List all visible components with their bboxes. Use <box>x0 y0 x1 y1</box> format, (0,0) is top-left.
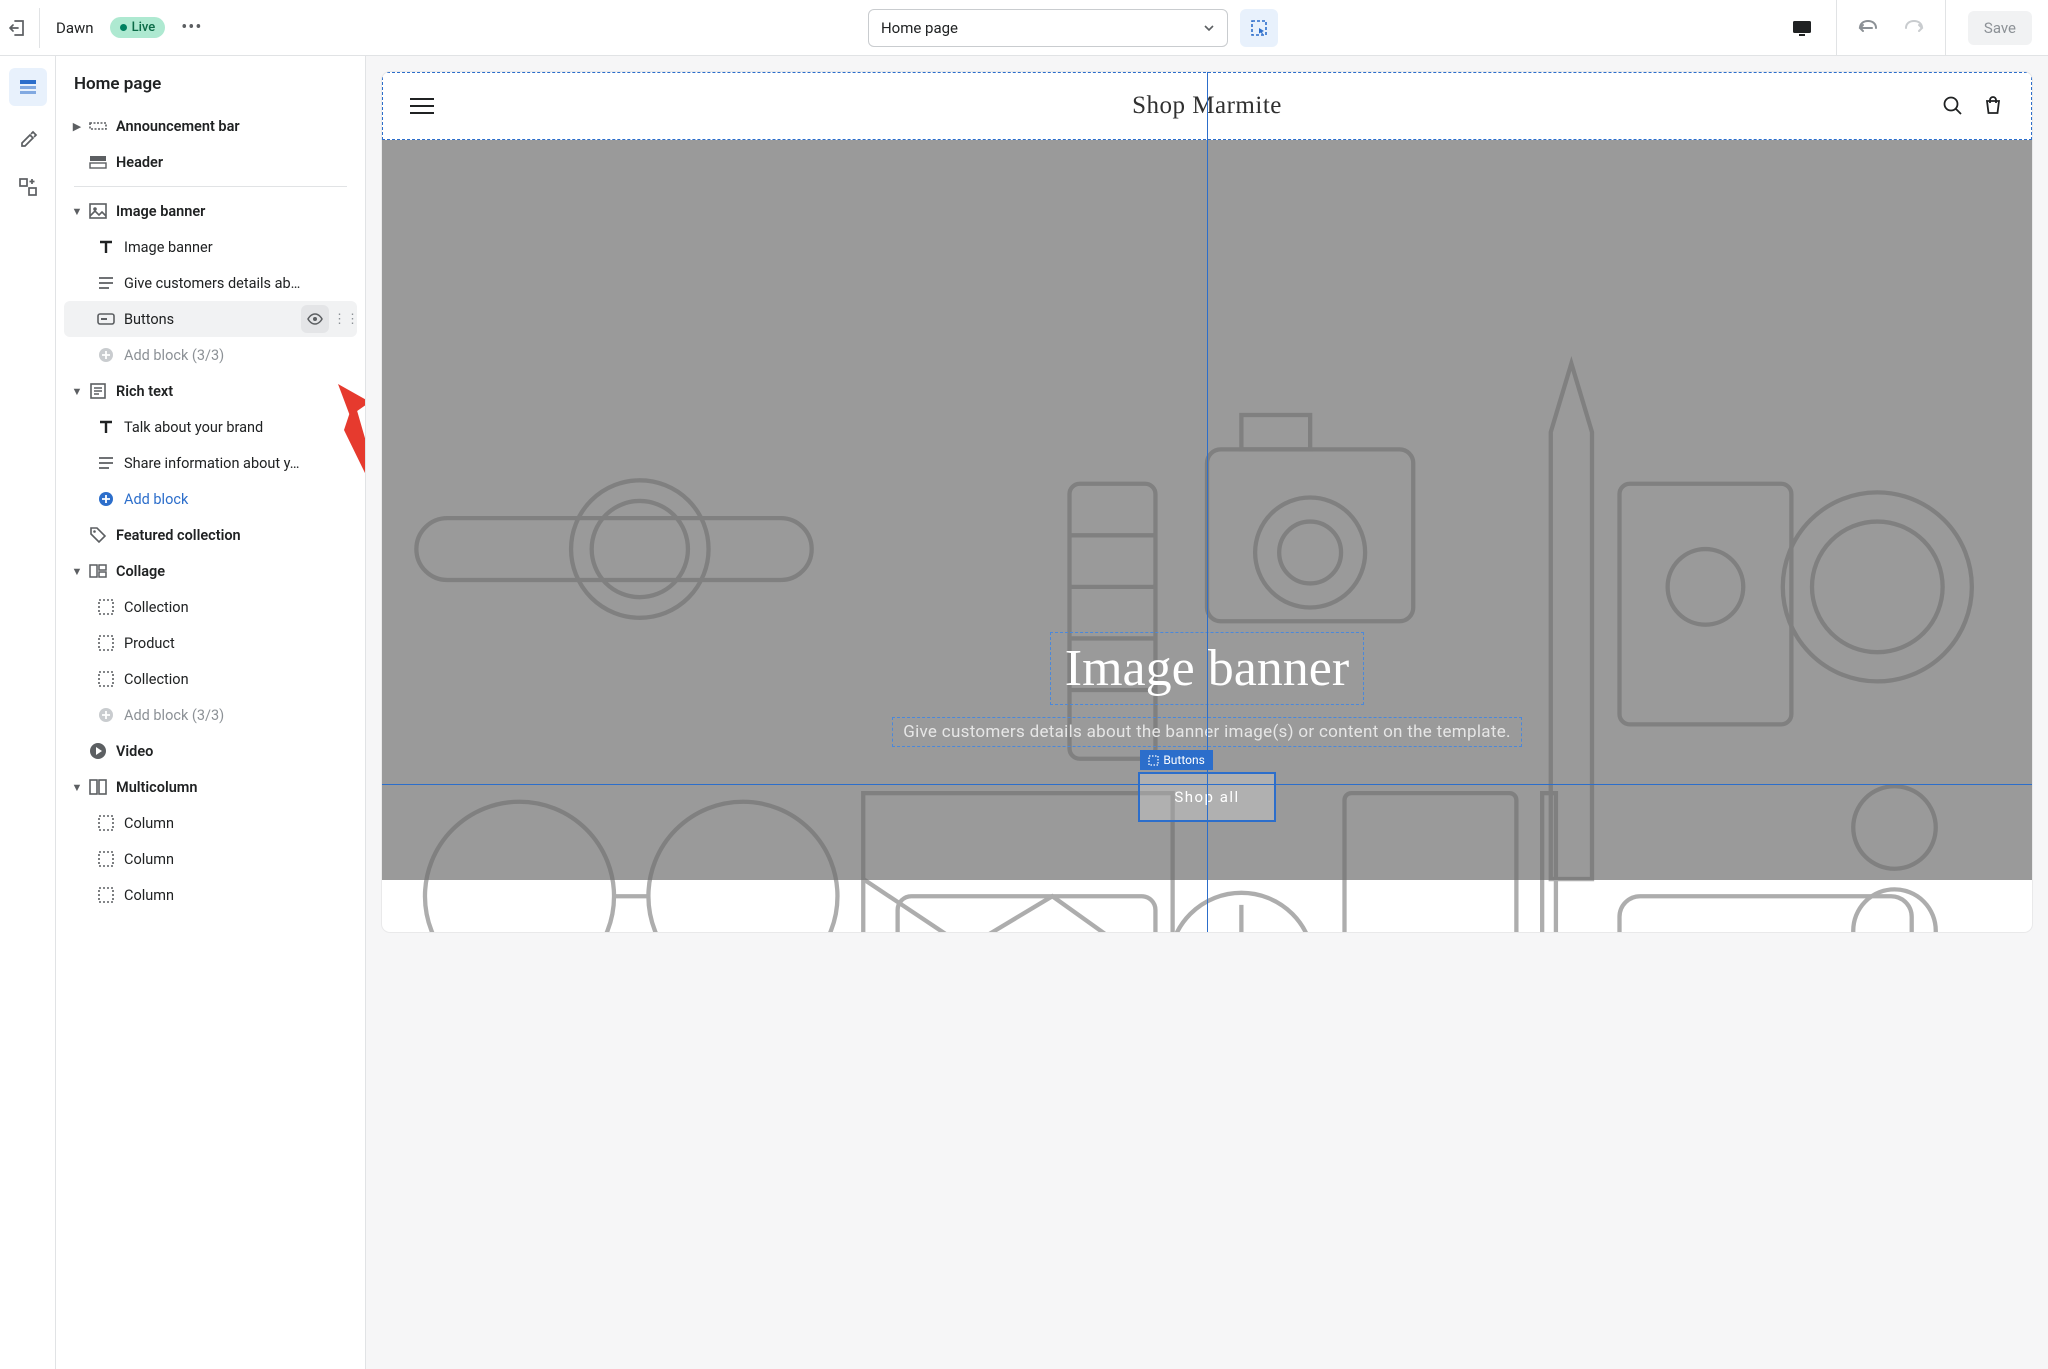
block-rich-text-heading[interactable]: Talk about your brand <box>64 409 357 445</box>
placeholder-icon <box>94 635 118 651</box>
richtext-icon <box>86 383 110 399</box>
placeholder-icon <box>94 851 118 867</box>
divider <box>74 186 347 187</box>
block-rich-text-text[interactable]: Share information about y… <box>64 445 357 481</box>
more-menu-button[interactable]: ••• <box>181 17 202 38</box>
live-badge: Live <box>110 17 166 38</box>
divider <box>1836 0 1837 56</box>
theme-settings-button[interactable] <box>9 118 47 156</box>
caret-down-icon: ▼ <box>68 385 86 398</box>
collage-icon <box>86 564 110 578</box>
block-collage-collection-1[interactable]: Collection <box>64 589 357 625</box>
undo-button[interactable] <box>1851 10 1887 46</box>
inspector-toggle-button[interactable] <box>1240 9 1278 47</box>
placeholder-icon <box>94 887 118 903</box>
visibility-toggle-button[interactable] <box>301 305 329 333</box>
guide-line <box>1207 72 1208 932</box>
block-image-banner-heading[interactable]: Image banner <box>64 229 357 265</box>
section-header[interactable]: Header <box>64 144 357 180</box>
section-collage[interactable]: ▼ Collage <box>64 553 357 589</box>
save-button[interactable]: Save <box>1968 11 2032 45</box>
button-block-icon <box>94 313 118 325</box>
plus-circle-disabled-icon <box>94 347 118 363</box>
placeholder-icon <box>94 815 118 831</box>
add-block-rich-text[interactable]: Add block <box>64 481 357 517</box>
redo-button[interactable] <box>1895 10 1931 46</box>
sections-panel-button[interactable] <box>9 68 47 106</box>
placeholder-icon <box>94 599 118 615</box>
block-collage-collection-2[interactable]: Collection <box>64 661 357 697</box>
text-t-icon <box>94 419 118 435</box>
search-icon[interactable] <box>1942 95 1964 117</box>
app-embeds-button[interactable] <box>9 168 47 206</box>
block-multicolumn-2[interactable]: Column <box>64 841 357 877</box>
caret-right-icon: ▶ <box>68 120 86 133</box>
caret-down-icon: ▼ <box>68 781 86 794</box>
block-multicolumn-3[interactable]: Column <box>64 877 357 913</box>
multicolumn-icon <box>86 779 110 795</box>
selection-tag: Buttons <box>1140 750 1213 770</box>
block-image-banner-text[interactable]: Give customers details ab… <box>64 265 357 301</box>
add-block-image-banner: Add block (3/3) <box>64 337 357 373</box>
header-icon <box>86 155 110 169</box>
placeholder-icon <box>94 671 118 687</box>
block-collage-product[interactable]: Product <box>64 625 357 661</box>
page-selector[interactable]: Home page <box>868 9 1228 47</box>
play-circle-icon <box>86 742 110 760</box>
guide-line <box>382 784 2032 785</box>
cart-icon[interactable] <box>1982 95 2004 117</box>
hamburger-icon[interactable] <box>410 98 434 114</box>
text-t-icon <box>94 239 118 255</box>
desktop-view-button[interactable] <box>1782 8 1822 48</box>
paragraph-icon <box>94 276 118 290</box>
caret-down-icon: ▼ <box>68 565 86 578</box>
preview-frame: Shop Marmite <box>382 72 2032 932</box>
chevron-down-icon <box>1203 22 1215 34</box>
section-featured-collection[interactable]: Featured collection <box>64 517 357 553</box>
divider <box>1945 0 1946 56</box>
announcement-icon <box>86 119 110 133</box>
live-dot-icon <box>120 24 127 31</box>
section-rich-text[interactable]: ▼ Rich text <box>64 373 357 409</box>
plus-circle-icon <box>94 491 118 507</box>
section-image-banner[interactable]: ▼ Image banner <box>64 193 357 229</box>
drag-handle-icon[interactable]: ⋮⋮ <box>333 312 347 327</box>
exit-editor-button[interactable] <box>0 8 40 48</box>
caret-down-icon: ▼ <box>68 205 86 218</box>
tag-icon <box>86 526 110 544</box>
add-block-collage: Add block (3/3) <box>64 697 357 733</box>
section-multicolumn[interactable]: ▼ Multicolumn <box>64 769 357 805</box>
sidebar-title: Home page <box>56 56 365 108</box>
theme-name: Dawn <box>56 19 94 37</box>
image-icon <box>86 203 110 219</box>
plus-circle-disabled-icon <box>94 707 118 723</box>
block-image-banner-buttons[interactable]: Buttons ⋮⋮ <box>64 301 357 337</box>
section-video[interactable]: Video <box>64 733 357 769</box>
section-announcement-bar[interactable]: ▶ Announcement bar <box>64 108 357 144</box>
block-multicolumn-1[interactable]: Column <box>64 805 357 841</box>
paragraph-icon <box>94 456 118 470</box>
page-selector-label: Home page <box>881 19 958 37</box>
